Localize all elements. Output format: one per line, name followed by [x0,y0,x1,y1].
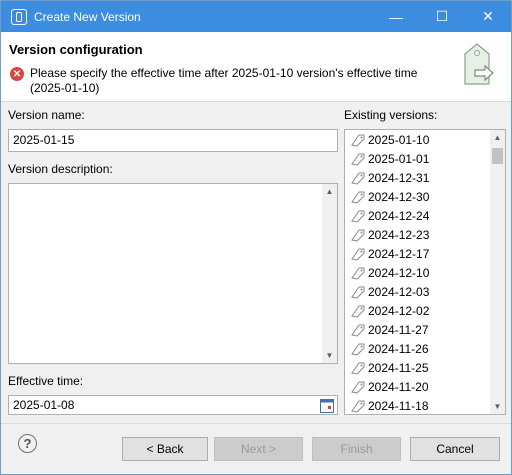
window-title: Create New Version [34,9,141,24]
tag-icon [351,343,365,356]
help-icon[interactable]: ? [18,434,37,453]
tag-icon [351,362,365,375]
scroll-up-icon[interactable]: ▲ [490,130,505,145]
version-list-item[interactable]: 2024-11-25 [345,358,505,377]
version-list-item[interactable]: 2024-11-18 [345,396,505,414]
version-list-item-label: 2024-11-26 [368,341,429,356]
version-list-item-label: 2024-12-31 [368,170,430,185]
version-list-item[interactable]: 2024-12-17 [345,244,505,263]
footer-separator [1,423,511,424]
minimize-button[interactable]: — [373,1,419,32]
version-list-item[interactable]: 2024-11-27 [345,320,505,339]
existing-versions-label: Existing versions: [344,108,438,122]
version-tag-banner-icon [464,43,494,85]
version-list-item-label: 2024-11-18 [368,398,429,413]
page-title: Version configuration [9,42,143,57]
version-list-item-label: 2024-12-30 [368,189,430,204]
version-list-item[interactable]: 2024-12-23 [345,225,505,244]
version-list-item-label: 2024-12-02 [368,303,430,318]
maximize-button[interactable]: ☐ [419,1,465,32]
tag-icon [351,324,365,337]
error-icon: ✕ [10,67,24,81]
tag-icon [351,134,365,147]
create-version-dialog: Create New Version — ☐ ✕ Version configu… [0,0,512,475]
version-list-item[interactable]: 2024-11-20 [345,377,505,396]
effective-time-label: Effective time: [8,374,84,388]
tag-icon [351,229,365,242]
version-name-input[interactable]: 2025-01-15 [8,129,338,152]
tag-icon [351,153,365,166]
finish-button[interactable]: Finish [312,437,401,461]
scroll-up-icon[interactable]: ▲ [322,184,337,199]
version-list-item-label: 2024-11-25 [368,360,429,375]
version-list-item-label: 2025-01-01 [368,151,430,166]
version-list-item-label: 2024-11-27 [368,322,429,337]
tag-icon [351,305,365,318]
description-scrollbar[interactable]: ▲ ▼ [322,184,337,363]
title-bar: Create New Version — ☐ ✕ [1,1,511,32]
version-description-label: Version description: [8,162,113,176]
tag-icon [351,172,365,185]
tag-icon [351,400,365,413]
back-button[interactable]: < Back [122,437,208,461]
tag-icon [351,210,365,223]
version-list-item[interactable]: 2024-12-03 [345,282,505,301]
tag-icon [351,286,365,299]
version-list-item[interactable]: 2025-01-10 [345,130,505,149]
scroll-thumb[interactable] [492,148,503,164]
wizard-header: Version configuration ✕ Please specify t… [1,32,511,102]
scroll-down-icon[interactable]: ▼ [490,399,505,414]
tag-icon [351,191,365,204]
version-list-item-label: 2024-12-24 [368,208,430,223]
version-description-textarea[interactable]: ▲ ▼ [8,183,338,364]
versions-scrollbar[interactable]: ▲ ▼ [490,130,505,414]
tag-icon [351,267,365,280]
versions-items: 2025-01-10 2025-01-01 2024-12-31 2024-12-30… [345,130,505,414]
effective-time-input[interactable]: 2025-01-08 [8,395,338,415]
version-list-item-label: 2024-12-10 [368,265,430,280]
next-button[interactable]: Next > [214,437,303,461]
version-list-item-label: 2024-12-17 [368,246,430,261]
version-list-item[interactable]: 2025-01-01 [345,149,505,168]
version-list-item[interactable]: 2024-12-30 [345,187,505,206]
existing-versions-list[interactable]: 2025-01-10 2025-01-01 2024-12-31 2024-12-30… [344,129,506,415]
version-list-item[interactable]: 2024-12-10 [345,263,505,282]
calendar-icon[interactable] [320,399,334,413]
tag-icon [351,381,365,394]
version-list-item[interactable]: 2024-12-24 [345,206,505,225]
version-list-item-label: 2024-11-20 [368,379,429,394]
scroll-down-icon[interactable]: ▼ [322,348,337,363]
cancel-button[interactable]: Cancel [410,437,500,461]
close-button[interactable]: ✕ [465,1,511,32]
version-name-label: Version name: [8,108,85,122]
version-list-item[interactable]: 2024-12-31 [345,168,505,187]
error-message: Please specify the effective time after … [30,66,418,95]
version-list-item-label: 2024-12-03 [368,284,430,299]
version-list-item[interactable]: 2024-11-26 [345,339,505,358]
version-list-item-label: 2025-01-10 [368,132,430,147]
tag-icon [351,248,365,261]
app-icon [11,8,27,25]
effective-time-value: 2025-01-08 [13,398,75,412]
version-list-item-label: 2024-12-23 [368,227,430,242]
version-list-item[interactable]: 2024-12-02 [345,301,505,320]
